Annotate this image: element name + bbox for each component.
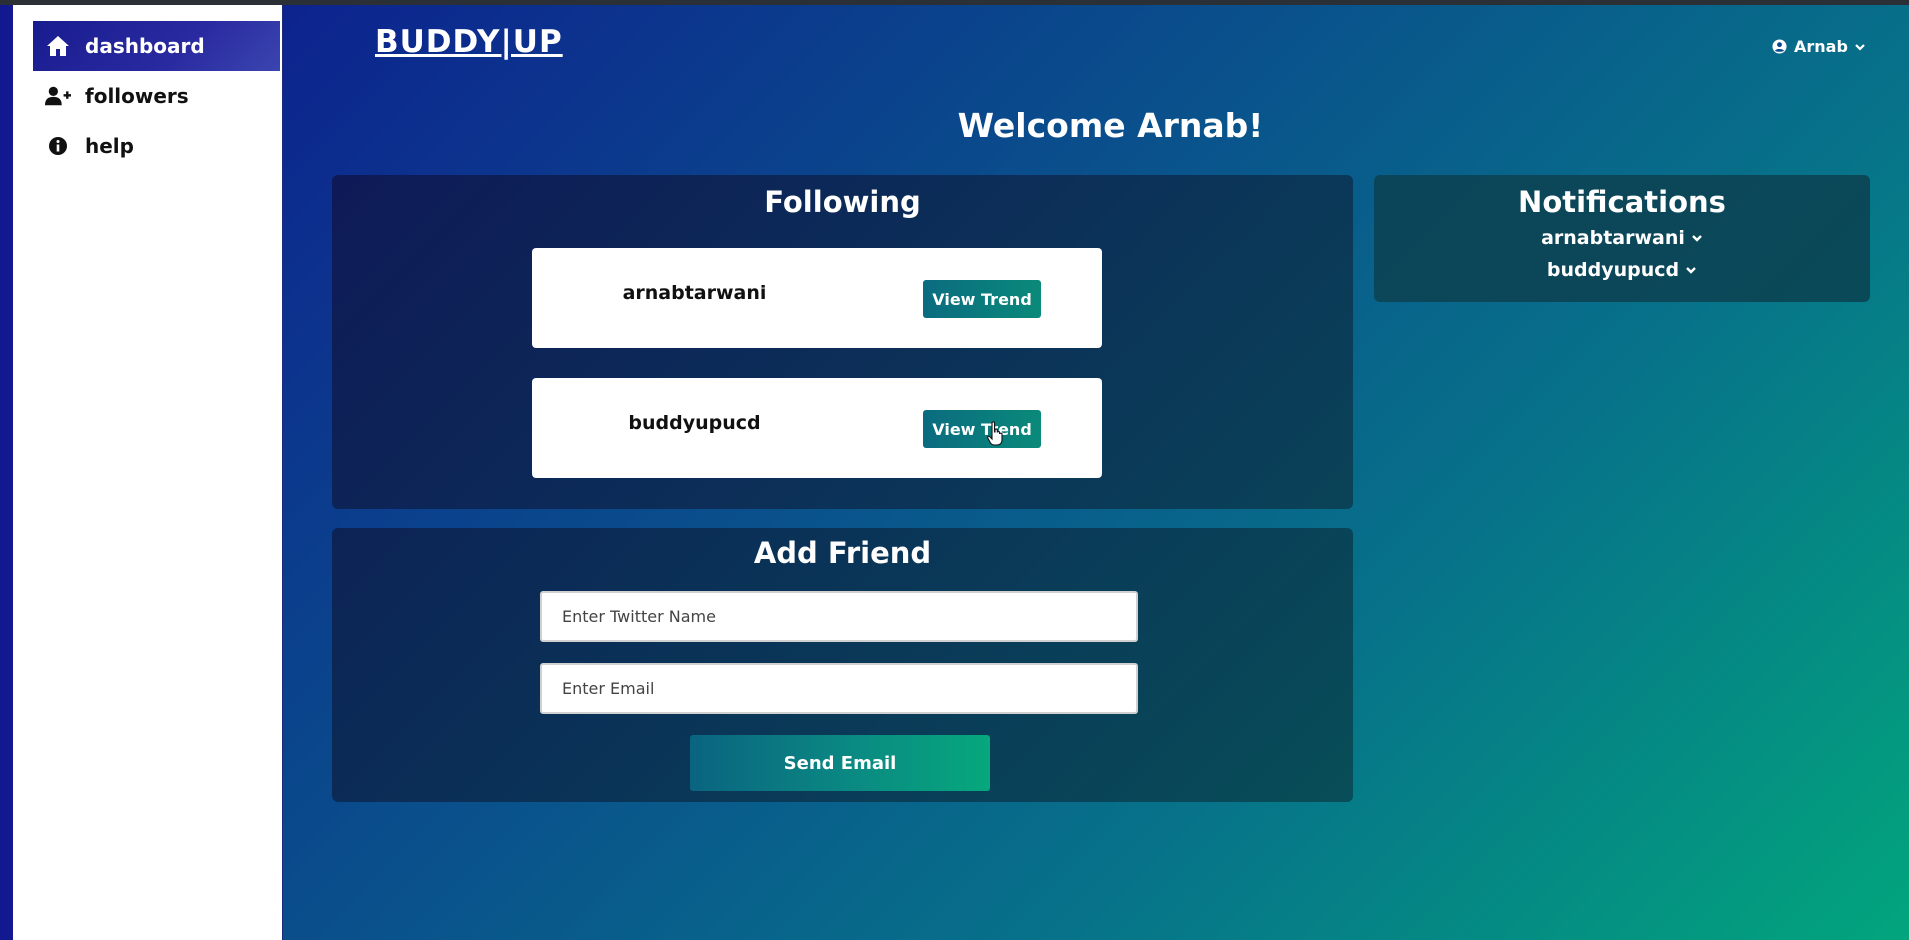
sidebar: dashboard followers help: [13, 5, 283, 940]
notification-item[interactable]: buddyupucd: [1374, 259, 1870, 281]
following-username: arnabtarwani: [622, 282, 767, 304]
list-item: arnabtarwani View Trend: [532, 248, 1102, 348]
notification-label: arnabtarwani: [1541, 227, 1685, 249]
add-friend-panel: Add Friend Send Email: [332, 528, 1353, 802]
home-icon: [45, 33, 71, 59]
following-panel: Following arnabtarwani View Trend buddyu…: [332, 175, 1353, 509]
user-name: Arnab: [1794, 37, 1848, 56]
add-friend-title: Add Friend: [753, 536, 932, 570]
twitter-name-input[interactable]: [540, 591, 1138, 642]
list-item: buddyupucd View Trend: [532, 378, 1102, 478]
chevron-down-icon: [1692, 235, 1702, 242]
send-email-button[interactable]: Send Email: [690, 735, 990, 791]
welcome-heading: Welcome Arnab!: [957, 106, 1264, 145]
user-menu[interactable]: Arnab: [1772, 37, 1866, 56]
user-circle-icon: [1772, 39, 1787, 54]
following-username: buddyupucd: [628, 412, 761, 434]
sidebar-item-label: followers: [85, 84, 189, 108]
chevron-down-icon: [1686, 267, 1696, 274]
view-trend-button[interactable]: View Trend: [923, 280, 1041, 318]
sidebar-item-help[interactable]: help: [33, 121, 280, 171]
notifications-title: Notifications: [1518, 185, 1726, 219]
info-circle-icon: [45, 133, 71, 159]
chevron-down-icon: [1855, 43, 1865, 51]
hand-cursor-icon: [987, 421, 1003, 446]
notification-item[interactable]: arnabtarwani: [1374, 227, 1870, 249]
notification-label: buddyupucd: [1546, 259, 1680, 281]
email-input[interactable]: [540, 663, 1138, 714]
sidebar-item-dashboard[interactable]: dashboard: [33, 21, 280, 71]
sidebar-item-label: dashboard: [85, 34, 205, 58]
notifications-panel: Notifications arnabtarwani buddyupucd: [1374, 175, 1870, 302]
window-top-strip: [0, 0, 1909, 5]
sidebar-item-label: help: [85, 134, 134, 158]
user-plus-icon: [45, 83, 71, 109]
brand-logo[interactable]: BUDDY|UP: [375, 24, 563, 60]
following-title: Following: [764, 185, 921, 219]
sidebar-item-followers[interactable]: followers: [33, 71, 280, 121]
window-left-edge: [0, 5, 13, 940]
view-trend-button[interactable]: View Trend: [923, 410, 1041, 448]
